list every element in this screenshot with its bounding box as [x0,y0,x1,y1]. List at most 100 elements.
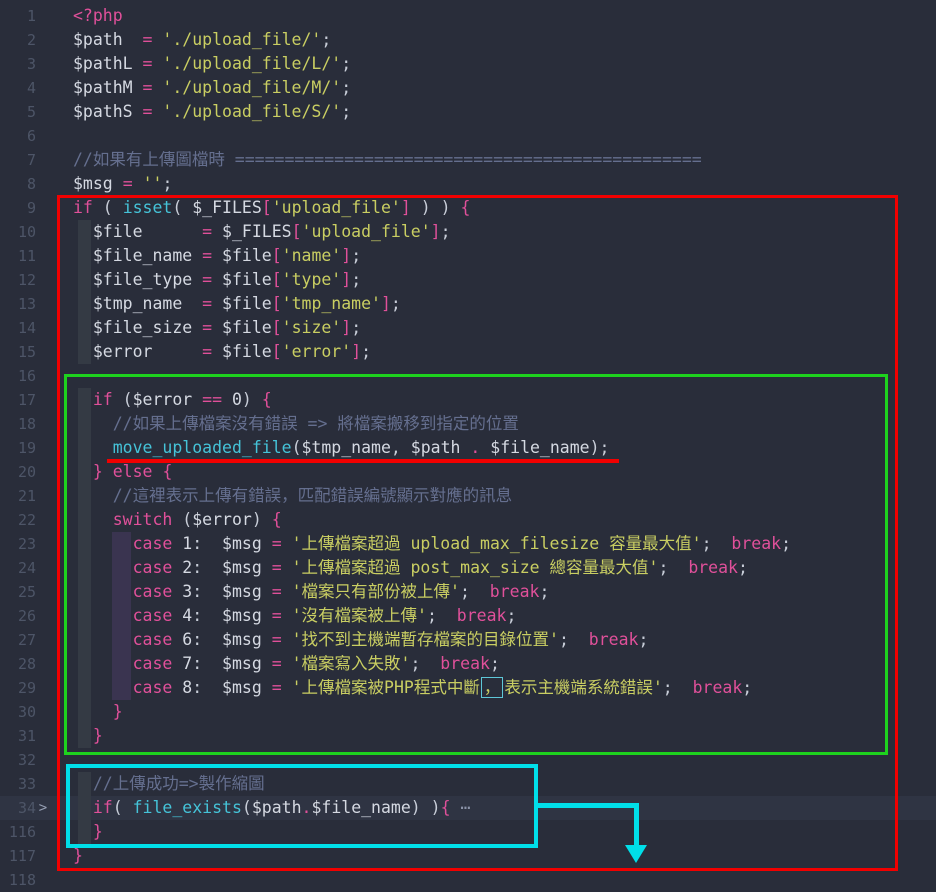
code-text[interactable]: $path = './upload_file/'; [73,28,331,52]
line-number: 25 [0,580,36,604]
code-text[interactable]: } [73,724,103,748]
fold-chevron-icon[interactable]: > [36,796,50,820]
code-text[interactable]: //上傳成功=>製作縮圖 [73,772,265,796]
fold-gutter [36,844,50,868]
code-area[interactable]: 1 <?php2$path = './upload_file/';3 $pathL … [0,0,936,892]
line-number: 1 [0,4,36,28]
code-text[interactable]: case 4: $msg = '沒有檔案被上傳'; break; [73,604,516,628]
code-text[interactable]: if( file_exists($path.$file_name) ){ ⋯ [73,796,470,820]
code-text[interactable]: case 1: $msg = '上傳檔案超過 upload_max_filesi… [73,532,791,556]
code-text[interactable]: case 6: $msg = '找不到主機端暫存檔案的目錄位置'; break; [73,628,648,652]
code-line[interactable]: 26 case 4: $msg = '沒有檔案被上傳'; break; [0,604,936,628]
code-line[interactable]: 5 $pathS = './upload_file/S/'; [0,100,936,124]
code-line[interactable]: 13 $tmp_name = $file['tmp_name']; [0,292,936,316]
code-text[interactable]: } [73,700,123,724]
code-line[interactable]: 24 case 2: $msg = '上傳檔案超過 post_max_size … [0,556,936,580]
code-line[interactable]: 23 case 1: $msg = '上傳檔案超過 upload_max_fil… [0,532,936,556]
code-line[interactable]: 28 case 7: $msg = '檔案寫入失敗'; break; [0,652,936,676]
code-line[interactable]: 18 //如果上傳檔案沒有錯誤 => 將檔案搬移到指定的位置 [0,412,936,436]
code-text[interactable]: $file_size = $file['size']; [73,316,361,340]
code-text[interactable]: <?php [73,4,123,28]
code-line[interactable]: 7//如果有上傳圖檔時 ============================… [0,148,936,172]
code-text[interactable]: case 7: $msg = '檔案寫入失敗'; break; [73,652,500,676]
code-line[interactable]: 15 $error = $file['error']; [0,340,936,364]
fold-gutter [36,364,50,388]
line-number: 26 [0,604,36,628]
code-line[interactable]: 8$msg = ''; [0,172,936,196]
code-text[interactable]: $pathS = './upload_file/S/'; [73,100,351,124]
code-text[interactable]: $pathM = './upload_file/M/'; [73,76,351,100]
code-line[interactable]: 25 case 3: $msg = '檔案只有部份被上傳'; break; [0,580,936,604]
code-line[interactable]: 3 $pathL = './upload_file/L/'; [0,52,936,76]
code-text[interactable]: } [73,820,103,844]
code-line[interactable]: 31 } [0,724,936,748]
code-line[interactable]: 30 } [0,700,936,724]
line-number: 24 [0,556,36,580]
code-line[interactable]: 10 $file = $_FILES['upload_file']; [0,220,936,244]
code-text[interactable]: case 8: $msg = '上傳檔案被PHP程式中斷，表示主機端系統錯誤';… [73,676,752,700]
line-number: 33 [0,772,36,796]
line-number: 22 [0,508,36,532]
code-text[interactable]: } [73,844,83,868]
code-line[interactable]: 33 //上傳成功=>製作縮圖 [0,772,936,796]
code-text[interactable]: //如果上傳檔案沒有錯誤 => 將檔案搬移到指定的位置 [73,412,519,436]
line-number: 5 [0,100,36,124]
code-line[interactable]: 16 [0,364,936,388]
line-number: 117 [0,844,36,868]
code-line[interactable]: 1 <?php [0,4,936,28]
code-text[interactable]: //如果有上傳圖檔時 =============================… [73,148,702,172]
code-text[interactable]: //這裡表示上傳有錯誤，匹配錯誤編號顯示對應的訊息 [73,484,512,508]
code-text[interactable]: case 2: $msg = '上傳檔案超過 post_max_size 總容量… [73,556,748,580]
code-text[interactable]: if ( isset( $_FILES['upload_file'] ) ) { [73,196,470,220]
line-number: 3 [0,52,36,76]
code-text[interactable]: $pathL = './upload_file/L/'; [73,52,351,76]
line-number: 34 [0,796,36,820]
code-text[interactable]: move_uploaded_file($tmp_name, $path . $f… [73,436,609,460]
line-number: 10 [0,220,36,244]
code-line[interactable]: 34> if( file_exists($path.$file_name) ){… [0,796,936,820]
code-line[interactable]: 4$pathM = './upload_file/M/'; [0,76,936,100]
code-line[interactable]: 12 $file_type = $file['type']; [0,268,936,292]
code-line[interactable]: 27 case 6: $msg = '找不到主機端暫存檔案的目錄位置'; bre… [0,628,936,652]
code-line[interactable]: 2$path = './upload_file/'; [0,28,936,52]
code-text[interactable]: $error = $file['error']; [73,340,371,364]
code-text[interactable]: $file_type = $file['type']; [73,268,361,292]
code-line[interactable]: 19 move_uploaded_file($tmp_name, $path .… [0,436,936,460]
code-line[interactable]: 29 case 8: $msg = '上傳檔案被PHP程式中斷，表示主機端系統錯… [0,676,936,700]
line-number: 23 [0,532,36,556]
code-line[interactable]: 22 switch ($error) { [0,508,936,532]
code-line[interactable]: 11 $file_name = $file['name']; [0,244,936,268]
code-line[interactable]: 9 if ( isset( $_FILES['upload_file'] ) ) … [0,196,936,220]
code-text[interactable]: $file_name = $file['name']; [73,244,361,268]
code-text[interactable]: $tmp_name = $file['tmp_name']; [73,292,401,316]
line-number: 9 [0,196,36,220]
fold-gutter [36,268,50,292]
line-number: 12 [0,268,36,292]
code-line[interactable]: 116 } [0,820,936,844]
line-number: 18 [0,412,36,436]
code-text[interactable]: case 3: $msg = '檔案只有部份被上傳'; break; [73,580,549,604]
code-line[interactable]: 117} [0,844,936,868]
fold-gutter [36,508,50,532]
line-number: 32 [0,748,36,772]
line-number: 27 [0,628,36,652]
code-line[interactable]: 14 $file_size = $file['size']; [0,316,936,340]
code-text[interactable]: $file = $_FILES['upload_file']; [73,220,451,244]
code-text[interactable]: $msg = ''; [73,172,172,196]
line-number: 118 [0,868,36,892]
unicode-highlight-box: ， [481,677,504,698]
code-line[interactable]: 17 if ($error == 0) { [0,388,936,412]
code-line[interactable]: 21 //這裡表示上傳有錯誤，匹配錯誤編號顯示對應的訊息 [0,484,936,508]
fold-gutter [36,388,50,412]
code-line[interactable]: 118 [0,868,936,892]
code-line[interactable]: 32 [0,748,936,772]
code-text[interactable]: switch ($error) { [73,508,282,532]
fold-gutter [36,148,50,172]
code-line[interactable]: 6 [0,124,936,148]
code-line[interactable]: 20 } else { [0,460,936,484]
code-text[interactable]: } else { [73,460,172,484]
line-number: 21 [0,484,36,508]
line-number: 17 [0,388,36,412]
line-number: 116 [0,820,36,844]
code-text[interactable]: if ($error == 0) { [73,388,272,412]
